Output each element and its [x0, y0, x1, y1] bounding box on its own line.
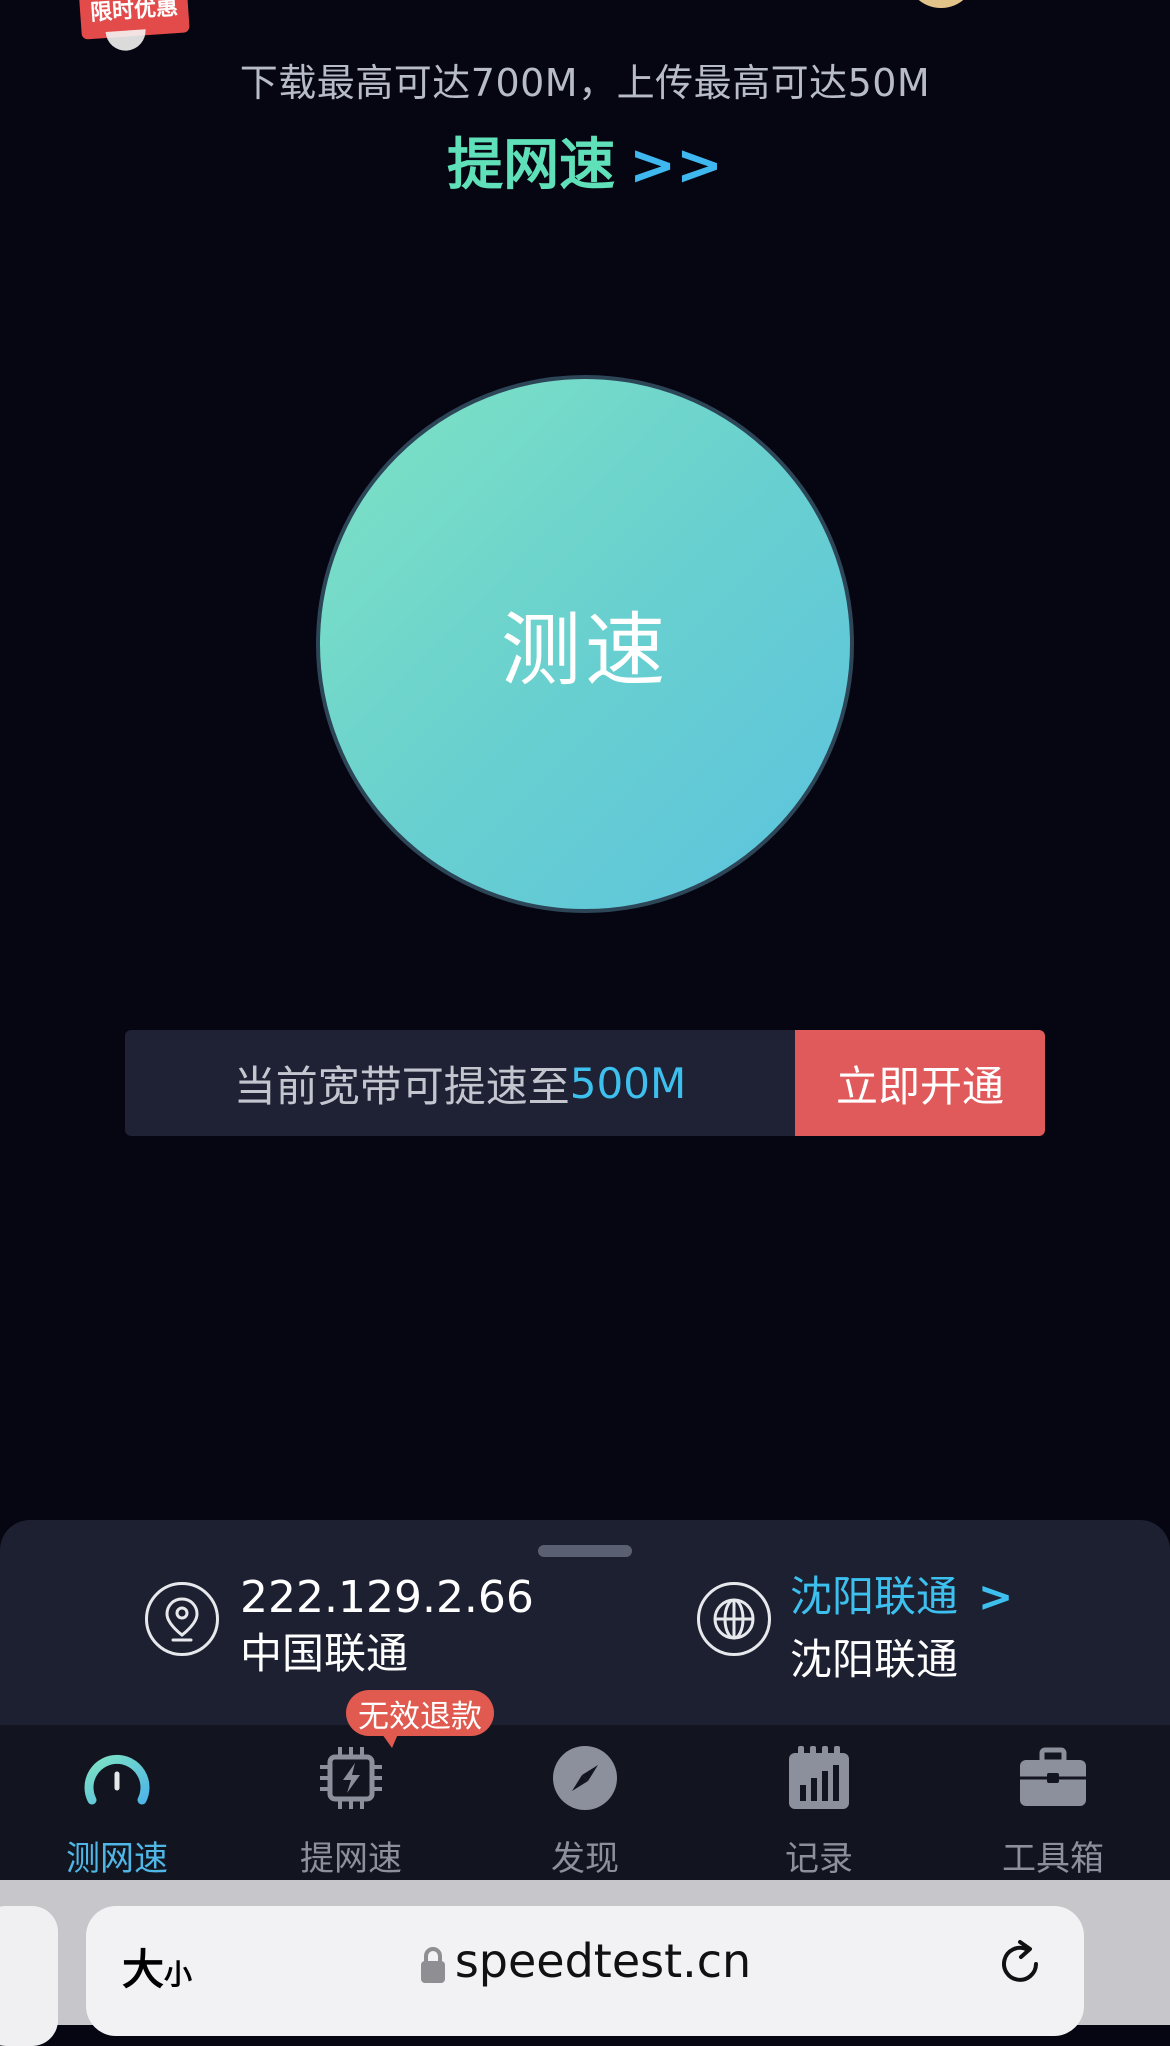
tab-boost-speed-label: 提网速 [300, 1839, 402, 1879]
boost-speed-link[interactable]: 提网速 >> [0, 120, 1170, 201]
tab-discover[interactable]: 发现 [468, 1725, 702, 1880]
previous-tab-card[interactable] [0, 1906, 58, 2046]
start-speed-test-label: 测速 [501, 604, 669, 697]
tab-toolbox[interactable]: 工具箱 [936, 1725, 1170, 1880]
ip-address: 222.129.2.66 [240, 1572, 534, 1623]
tab-records-label: 记录 [785, 1839, 853, 1879]
tab-speed-test-label: 测网速 [66, 1839, 168, 1879]
network-info-sheet: 222.129.2.66 中国联通 沈阳联通 > 沈阳联通 [0, 1520, 1170, 1735]
limited-offer-badge[interactable]: 限时优惠 [78, 0, 190, 40]
upgrade-promo-value: 500M [569, 1058, 687, 1108]
upgrade-promo-text: 当前宽带可提速至 500M [125, 1030, 795, 1136]
upgrade-promo-label: 当前宽带可提速至 [233, 1061, 570, 1111]
bottom-tab-bar: 测网速 提网速 发现 记录 工具箱 [0, 1725, 1170, 1880]
tab-toolbox-label: 工具箱 [1002, 1839, 1104, 1879]
limited-offer-text: 限时优惠 [89, 0, 179, 27]
boost-speed-link-label: 提网速 [447, 133, 616, 198]
speedometer-icon [82, 1743, 152, 1813]
double-chevron-right-icon: >> [629, 133, 723, 198]
globe-icon [697, 1582, 771, 1656]
start-speed-test-button[interactable]: 测速 [316, 375, 854, 913]
calendar-chart-icon [784, 1743, 854, 1813]
invalid-refund-badge: 无效退款 [346, 1690, 494, 1748]
tab-speed-test[interactable]: 测网速 [0, 1725, 234, 1880]
ip-info: 222.129.2.66 中国联通 [240, 1570, 534, 1682]
toolbox-icon [1018, 1743, 1088, 1813]
compass-icon [550, 1743, 620, 1813]
upgrade-promo-bar: 当前宽带可提速至 500M 立即开通 [125, 1030, 1045, 1136]
server-select-link[interactable]: 沈阳联通 > [790, 1564, 1013, 1630]
ip-isp: 中国联通 [240, 1629, 409, 1678]
server-info: 沈阳联通 > 沈阳联通 [790, 1564, 1013, 1690]
activate-now-button[interactable]: 立即开通 [795, 1030, 1045, 1136]
location-pin-icon [145, 1582, 219, 1656]
chip-bolt-icon [316, 1743, 386, 1813]
reload-icon[interactable] [992, 1936, 1048, 1992]
tab-records[interactable]: 记录 [702, 1725, 936, 1880]
url-display[interactable]: speedtest.cn [86, 1934, 1084, 1988]
activate-now-label: 立即开通 [835, 1061, 1004, 1111]
avatar[interactable] [906, 0, 976, 8]
tab-boost-speed[interactable]: 提网速 [234, 1725, 468, 1880]
tab-discover-label: 发现 [551, 1839, 619, 1879]
browser-address-bar: 大小 speedtest.cn [0, 1880, 1170, 2046]
server-select-label: 沈阳联通 [790, 1572, 959, 1621]
sheet-grabber-handle[interactable] [538, 1545, 632, 1557]
speed-headline: 下载最高可达700M，上传最高可达50M [239, 61, 931, 105]
lock-icon [420, 1946, 445, 1983]
address-field[interactable]: 大小 speedtest.cn [86, 1906, 1084, 2036]
server-name: 沈阳联通 [790, 1635, 959, 1684]
url-text: speedtest.cn [454, 1934, 752, 1988]
chevron-right-icon: > [978, 1572, 1014, 1621]
